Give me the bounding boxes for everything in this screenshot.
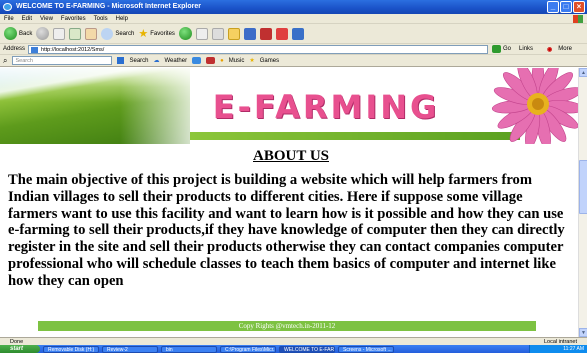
maximize-button[interactable]: □ (560, 1, 572, 13)
screensaver-icon[interactable] (192, 57, 202, 64)
search-label: Search (115, 30, 135, 37)
mail-icon[interactable] (195, 27, 208, 40)
games-box-icon[interactable] (206, 57, 216, 64)
window-title-bar[interactable]: WELCOME TO E-FARMING - Microsoft Interne… (0, 0, 587, 14)
menu-bar: File Edit View Favorites Tools Help (0, 14, 587, 24)
back-button[interactable]: Back (4, 27, 32, 40)
task-efarming[interactable]: WELCOME TO E-FAR... (279, 345, 335, 353)
search-toolbar-icon: ⌕ (3, 55, 8, 65)
search-icon (101, 27, 114, 40)
vertical-scrollbar[interactable]: ▲ ▼ (578, 68, 587, 337)
search-toolbar: ⌕ Search Search ☁ Weather ● Music ★ Game… (0, 55, 587, 67)
music-icon: ● (220, 57, 224, 64)
music-button[interactable]: Music (229, 58, 245, 64)
clock[interactable]: 11:27 AM (563, 346, 584, 352)
refresh-icon[interactable] (69, 27, 82, 40)
minimize-button[interactable]: _ (547, 1, 559, 13)
close-button[interactable]: × (573, 1, 585, 13)
standard-toolbar: Back Search ★ Favorites (0, 24, 587, 44)
task-review[interactable]: Review-2 (102, 345, 158, 353)
games-button[interactable]: Games (260, 58, 279, 64)
task-bin[interactable]: bin (161, 345, 217, 353)
status-bar: Done Local intranet (0, 337, 587, 345)
history-icon[interactable] (178, 27, 192, 40)
favorites-label: Favorites (150, 30, 175, 37)
site-title: E-FARMING (212, 88, 440, 126)
print-icon[interactable] (211, 27, 224, 40)
copyright-footer: Copy Rights @vmtech.in-2011-12 (38, 321, 536, 331)
page-viewport[interactable]: E-FARMING ABOUT US The main objective of… (0, 68, 578, 337)
go-arrow-icon (492, 45, 502, 53)
search-button[interactable]: Search (101, 27, 135, 40)
menu-file[interactable]: File (4, 14, 14, 23)
scroll-up-arrow-icon[interactable]: ▲ (579, 68, 587, 77)
taskbar: start Removable Disk (H:) Review-2 bin C… (0, 345, 587, 353)
stop-icon[interactable] (53, 27, 66, 40)
addon-icon[interactable]: ◉ (547, 46, 552, 53)
page-icon (31, 46, 39, 53)
toolbar-search-input[interactable]: Search (12, 56, 113, 65)
menu-view[interactable]: View (40, 14, 53, 23)
address-bar: Address http://localhost:2012/Sms/ Go Li… (0, 44, 587, 55)
go-label: Go (503, 46, 512, 52)
more-button[interactable]: More (558, 46, 572, 52)
extras-icon[interactable] (291, 27, 304, 40)
folder-icon[interactable] (227, 27, 240, 40)
address-input[interactable]: http://localhost:2012/Sms/ (28, 44, 489, 54)
menu-favorites[interactable]: Favorites (61, 14, 86, 23)
about-section: ABOUT US The main objective of this proj… (8, 148, 574, 290)
toolbar-search-button[interactable]: Search (129, 58, 148, 64)
tools-icon[interactable] (275, 27, 288, 40)
menu-edit[interactable]: Edit (22, 14, 32, 23)
window-controls: _ □ × (547, 1, 585, 13)
task-program-files[interactable]: C:\Program Files\Micr... (220, 345, 276, 353)
about-paragraph: The main objective of this project is bu… (8, 172, 565, 289)
go-button[interactable]: Go (492, 45, 511, 53)
research-icon[interactable] (259, 27, 272, 40)
address-label: Address (3, 46, 26, 52)
scroll-thumb[interactable] (579, 160, 587, 214)
games-star-icon: ★ (249, 58, 255, 64)
back-arrow-icon (4, 27, 17, 40)
site-banner: E-FARMING (0, 68, 578, 144)
ie-icon (3, 3, 12, 11)
back-label: Back (19, 30, 33, 37)
home-icon[interactable] (85, 27, 98, 40)
flower-icon (491, 68, 578, 144)
task-removable-disk[interactable]: Removable Disk (H:) (43, 345, 99, 353)
star-icon: ★ (138, 28, 149, 40)
menu-help[interactable]: Help (116, 14, 128, 23)
window-title: WELCOME TO E-FARMING - Microsoft Interne… (16, 3, 201, 10)
menu-tools[interactable]: Tools (94, 14, 108, 23)
start-button[interactable]: start (0, 345, 40, 353)
farm-field-image (0, 68, 210, 144)
windows-logo-icon (573, 15, 583, 23)
messenger-icon[interactable] (243, 27, 256, 40)
about-heading: ABOUT US (253, 148, 329, 164)
favorites-button[interactable]: ★ Favorites (138, 27, 175, 40)
address-url: http://localhost:2012/Sms/ (41, 46, 105, 53)
system-tray: 11:27 AM (529, 345, 587, 353)
forward-button[interactable] (36, 27, 50, 40)
weather-icon: ☁ (153, 58, 160, 64)
scroll-down-arrow-icon[interactable]: ▼ (579, 328, 587, 337)
weather-button[interactable]: Weather (165, 58, 188, 64)
task-screens[interactable]: Screens - Microsoft ... (338, 345, 394, 353)
links-button[interactable]: Links (519, 46, 533, 52)
web-search-icon (117, 57, 125, 64)
banner-green-strip (190, 132, 520, 140)
